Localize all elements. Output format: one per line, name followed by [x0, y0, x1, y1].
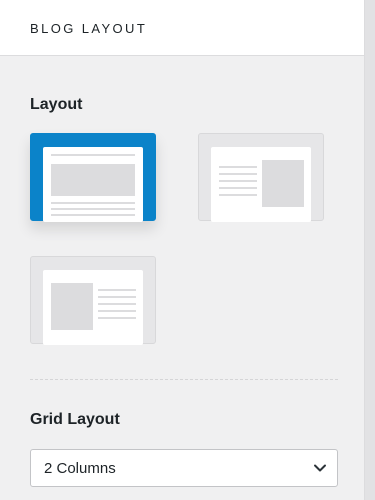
scrollbar[interactable] — [364, 0, 375, 500]
chevron-down-icon — [314, 464, 326, 472]
image-placeholder — [262, 160, 304, 207]
image-placeholder — [51, 283, 93, 330]
layout-preview-image-left — [43, 270, 143, 345]
layout-option-image-right[interactable] — [198, 133, 324, 222]
grid-layout-value: 2 Columns — [44, 460, 116, 477]
layout-preview-image-right — [211, 147, 311, 222]
grid-layout-select[interactable]: 2 Columns — [30, 449, 338, 487]
panel-header: BLOG LAYOUT — [0, 0, 364, 56]
layout-preview-image-top — [43, 147, 143, 222]
layout-label: Layout — [30, 96, 83, 113]
panel-title: BLOG LAYOUT — [30, 21, 148, 36]
layout-option-image-left[interactable] — [30, 256, 156, 345]
image-placeholder — [51, 164, 135, 196]
grid-layout-label: Grid Layout — [30, 411, 120, 428]
layout-option-image-top[interactable] — [30, 133, 156, 222]
section-divider — [30, 379, 338, 380]
